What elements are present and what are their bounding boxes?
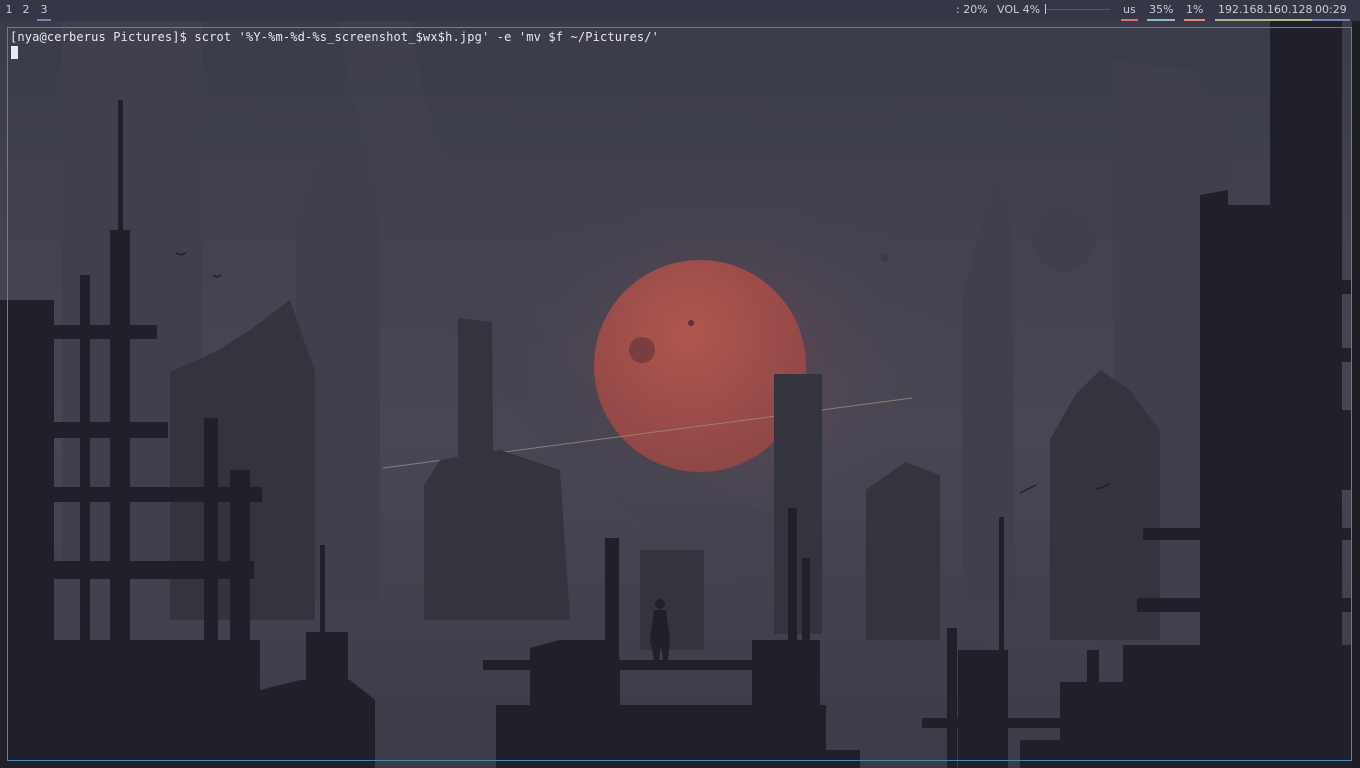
volume-slider-handle[interactable] [1045,4,1046,14]
workspace-1-button[interactable]: 1 [2,3,16,19]
keyboard-layout-indicator[interactable]: us [1121,3,1138,21]
workspace-2-button[interactable]: 2 [19,3,33,19]
cpu-indicator: 1% [1184,3,1206,21]
status-bar: 1 2 3 : 20% VOL 4% us 35% 1% 192.168.160… [0,0,1360,21]
volume-slider-track [1046,9,1110,10]
screen-edge [1352,0,1360,768]
terminal-prompt-line: [nya@cerberus Pictures]$ scrot '%Y-%m-%d… [10,30,659,44]
clock: 00:29 [1312,3,1350,21]
terminal-window[interactable]: [nya@cerberus Pictures]$ scrot '%Y-%m-%d… [7,27,1352,761]
volume-label: VOL 4% [997,3,1041,16]
workspace-3-button[interactable]: 3 [37,3,51,21]
memory-indicator: 35% [1147,3,1176,21]
terminal-cursor [11,46,18,59]
ip-address-indicator: 192.168.160.128 [1215,3,1316,21]
volume-slider[interactable] [1042,4,1112,14]
brightness-indicator: : 20% [956,3,988,16]
